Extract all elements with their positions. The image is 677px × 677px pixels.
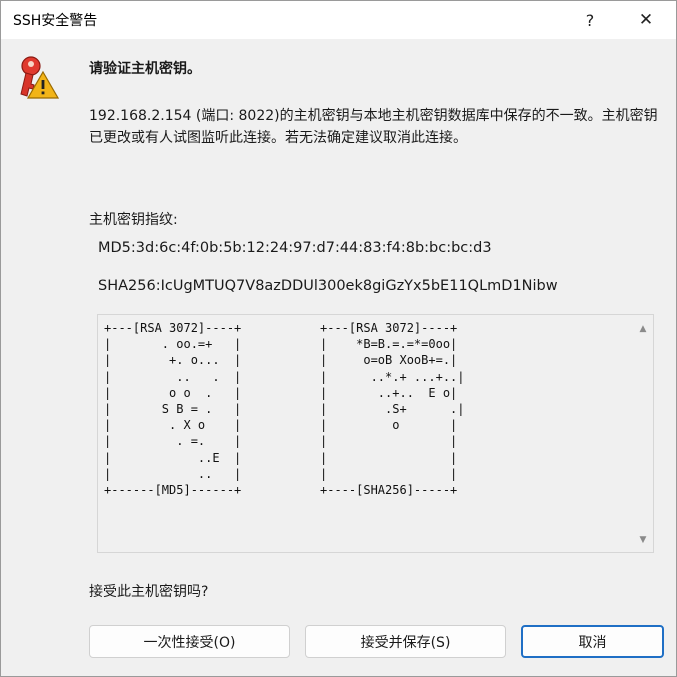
vertical-scrollbar[interactable]: ▲ ▼ <box>633 315 653 552</box>
sha256-fingerprint: SHA256:IcUgMTUQ7V8azDDUl300ek8giGzYx5bE1… <box>98 278 558 294</box>
md5-fingerprint: MD5:3d:6c:4f:0b:5b:12:24:97:d7:44:83:f4:… <box>98 240 492 256</box>
key-warning-icon <box>20 56 59 99</box>
close-button[interactable]: ✕ <box>623 1 669 39</box>
help-button[interactable]: ? <box>567 1 613 39</box>
title-bar: SSH安全警告 ? ✕ <box>1 1 676 39</box>
cancel-button[interactable]: 取消 <box>521 625 664 658</box>
scroll-up-arrow-icon[interactable]: ▲ <box>633 321 653 337</box>
sha256-randomart: +---[RSA 3072]----+ | *B=B.=.=*=0oo| | o… <box>320 321 465 498</box>
scroll-down-arrow-icon[interactable]: ▼ <box>633 532 653 548</box>
fingerprint-label: 主机密钥指纹: <box>89 212 178 228</box>
accept-once-button[interactable]: 一次性接受(O) <box>89 625 290 658</box>
md5-randomart: +---[RSA 3072]----+ | . oo.=+ | | +. o..… <box>104 321 242 498</box>
window-title: SSH安全警告 <box>13 13 98 29</box>
accept-question: 接受此主机密钥吗? <box>89 584 209 600</box>
accept-and-save-button[interactable]: 接受并保存(S) <box>305 625 506 658</box>
dialog-heading: 请验证主机密钥。 <box>89 61 201 77</box>
randomart-box[interactable]: +---[RSA 3072]----+ | . oo.=+ | | +. o..… <box>97 314 654 553</box>
warning-message: 192.168.2.154 (端口: 8022)的主机密钥与本地主机密钥数据库中… <box>89 108 658 146</box>
ssh-warning-dialog: SSH安全警告 ? ✕ 请验证主机密钥。 192.168.2.154 (端口: … <box>0 0 677 677</box>
